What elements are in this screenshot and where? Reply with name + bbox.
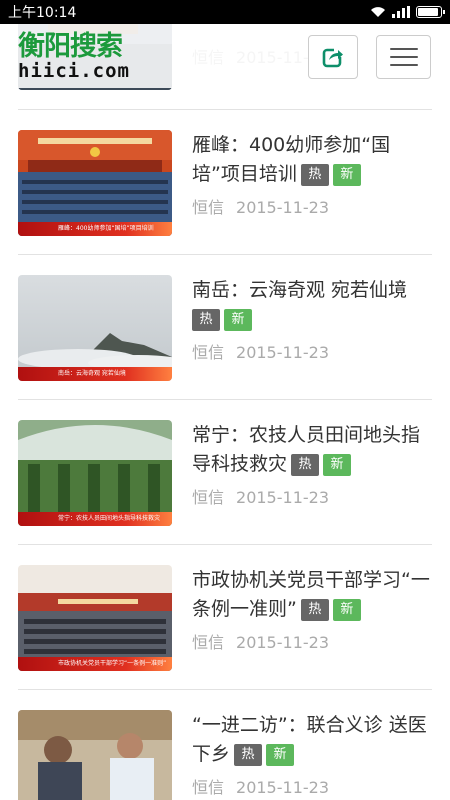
news-source: 恒信 xyxy=(192,343,225,362)
new-badge: 新 xyxy=(224,309,252,331)
news-thumbnail: 衡阳新闻 市政协机关党员干部学习“一条例一准则” xyxy=(18,565,172,671)
thumbnail-caption: 雁峰：400幼师参加“国培”项目培训 xyxy=(18,222,172,236)
share-button[interactable] xyxy=(308,35,358,79)
news-source: 恒信 xyxy=(192,488,225,507)
news-meta: 恒信 2015-11-23 xyxy=(192,194,329,218)
news-item[interactable]: 衡阳新闻 市政协机关党员干部学习“一条例一准则” 市政协机关党员干部学习“一条例… xyxy=(18,545,432,690)
news-source: 恒信 xyxy=(192,633,225,652)
news-date: 2015-11-23 xyxy=(236,778,329,797)
news-title-text: “一进二访”：联合义诊 送医下乡 xyxy=(192,714,427,765)
news-title-text: 南岳：云海奇观 宛若仙境 xyxy=(192,279,408,301)
new-badge: 新 xyxy=(332,164,361,186)
thumbnail-caption: 常宁：农技人员田间地头指导科技救灾 xyxy=(18,512,172,526)
share-icon xyxy=(322,47,344,68)
hot-badge: 热 xyxy=(300,164,329,186)
news-item[interactable]: 衡阳新闻 雁峰：400幼师参加“国培”项目培训 雁峰：400幼师参加“国培”项目… xyxy=(18,110,432,255)
new-badge: 新 xyxy=(332,599,361,621)
thumbnail-caption: 市政协机关党员干部学习“一条例一准则” xyxy=(18,657,172,671)
news-title[interactable]: 雁峰：400幼师参加“国培”项目培训热新 xyxy=(192,131,432,189)
news-feed: 恒信 2015-11-23 衡阳新闻 雁峰：400幼师参加“国培”项目培训 雁峰：… xyxy=(18,0,432,800)
hamburger-icon xyxy=(389,48,418,50)
hot-badge: 热 xyxy=(192,309,220,331)
news-source: 恒信 xyxy=(192,778,225,797)
new-badge: 新 xyxy=(266,744,295,766)
site-logo[interactable]: 衡阳搜索 hiici.com xyxy=(18,31,130,82)
hot-badge: 热 xyxy=(300,599,329,621)
news-item[interactable]: “一进二访”：联合义诊 送医下乡热新 恒信 2015-11-23 xyxy=(18,690,432,800)
news-thumbnail: 衡阳新闻 雁峰：400幼师参加“国培”项目培训 xyxy=(18,130,172,236)
new-badge: 新 xyxy=(323,454,352,476)
news-meta: 恒信 2015-11-23 xyxy=(192,484,329,508)
news-thumbnail: 衡阳新闻 南岳：云海奇观 宛若仙境 xyxy=(18,275,172,381)
news-thumbnail: 衡阳新闻 常宁：农技人员田间地头指导科技救灾 xyxy=(18,420,172,526)
news-meta: 恒信 2015-11-23 xyxy=(192,629,329,653)
status-bar: 上午10:14 xyxy=(0,0,450,24)
news-date: 2015-11-23 xyxy=(236,343,329,362)
battery-icon xyxy=(416,6,445,18)
news-date: 2015-11-23 xyxy=(236,198,329,217)
news-meta: 恒信 2015-11-23 xyxy=(192,774,329,798)
news-title[interactable]: “一进二访”：联合义诊 送医下乡热新 xyxy=(192,711,432,769)
wifi-icon xyxy=(371,7,385,17)
news-date: 2015-11-23 xyxy=(236,488,329,507)
news-meta: 恒信 2015-11-23 xyxy=(192,339,329,363)
news-item[interactable]: 衡阳新闻 常宁：农技人员田间地头指导科技救灾 常宁：农技人员田间地头指导科技救灾… xyxy=(18,400,432,545)
news-source: 恒信 xyxy=(192,198,225,217)
hot-badge: 热 xyxy=(234,744,263,766)
news-title[interactable]: 市政协机关党员干部学习“一条例一准则” 热新 xyxy=(192,566,432,624)
news-date: 2015-11-23 xyxy=(236,633,329,652)
news-title[interactable]: 南岳：云海奇观 宛若仙境热新 xyxy=(192,276,432,334)
logo-domain: hiici.com xyxy=(18,60,130,82)
signal-icon xyxy=(392,6,410,18)
app-header: 衡阳搜索 hiici.com xyxy=(0,24,450,88)
news-title[interactable]: 常宁：农技人员田间地头指导科技救灾热新 xyxy=(192,421,432,479)
hot-badge: 热 xyxy=(291,454,320,476)
logo-title: 衡阳搜索 xyxy=(18,31,123,62)
status-icons xyxy=(370,6,445,18)
news-item[interactable]: 衡阳新闻 南岳：云海奇观 宛若仙境 南岳：云海奇观 宛若仙境热新 恒信2015-… xyxy=(18,255,432,400)
status-time: 上午10:14 xyxy=(8,5,77,21)
news-thumbnail xyxy=(18,710,172,800)
thumbnail-caption: 南岳：云海奇观 宛若仙境 xyxy=(18,367,172,381)
menu-button[interactable] xyxy=(376,35,431,79)
